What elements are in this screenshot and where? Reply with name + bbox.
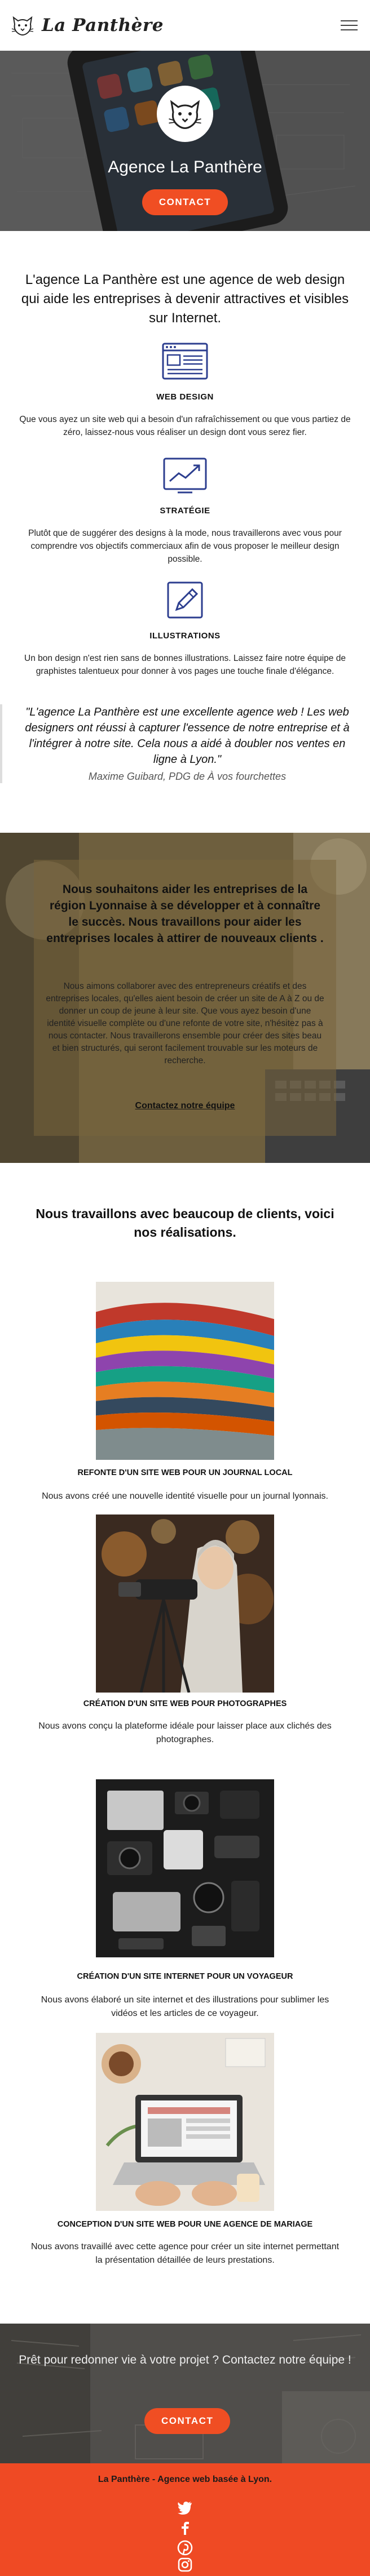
project-title: CRÉATION D'UN SITE WEB POUR PHOTOGRAPHES xyxy=(83,1699,287,1708)
service-description: Que vous ayez un site web qui a besoin d… xyxy=(19,415,351,437)
mission-title: Nous souhaitons aider les entreprises de… xyxy=(46,883,324,945)
cta-section: Prêt pour redonner vie à votre projet ? … xyxy=(0,2324,370,2463)
service-description: Un bon design n'est rien sans de bonnes … xyxy=(24,654,346,676)
quote-author: Maxime Guibard, PDG de À vos fourchettes xyxy=(88,771,287,782)
browser-window-icon xyxy=(162,343,208,380)
hero-title: Agence La Panthère xyxy=(108,158,262,176)
cta-text: Prêt pour redonner vie à votre projet ? … xyxy=(19,2353,351,2366)
project-description: Nous avons conçu la plateforme idéale po… xyxy=(38,1721,332,1744)
hero-content: Agence La Panthère CONTACT xyxy=(0,51,370,231)
mission-text: Nous aimons collaborer avec des entrepre… xyxy=(46,981,324,1065)
facebook-icon[interactable] xyxy=(177,2520,193,2535)
service-web-design: WEB DESIGN Que vous ayez un site web qui… xyxy=(0,341,370,439)
instagram-icon[interactable] xyxy=(177,2557,193,2573)
trend-chart-icon xyxy=(163,458,207,494)
testimonial-quote: "L'agence La Panthère est une excellente… xyxy=(0,704,370,784)
panther-head-icon xyxy=(11,16,34,35)
cta-contact-button[interactable]: CONTACT xyxy=(144,2408,231,2434)
service-strategie: STRATÉGIE Plutôt que de suggérer des des… xyxy=(0,455,370,566)
project-description: Nous avons créé une nouvelle identité vi… xyxy=(42,1491,328,1501)
logo[interactable]: La Panthère xyxy=(10,13,164,38)
intro-text: L'agence La Panthère est une agence de w… xyxy=(21,272,349,326)
project-image-magazines[interactable] xyxy=(96,1282,274,1460)
project-title: REFONTE D'UN SITE WEB POUR UN JOURNAL LO… xyxy=(77,1468,293,1477)
site-footer: La Panthère - Agence web basée à Lyon. xyxy=(0,2463,370,2576)
service-title: WEB DESIGN xyxy=(156,392,214,402)
project-image-photographer[interactable] xyxy=(96,1514,274,1693)
project-image-traveler[interactable] xyxy=(96,1779,274,1957)
pencil-icon xyxy=(167,581,203,619)
hero-logo-badge xyxy=(157,86,213,142)
project-title: CRÉATION D'UN SITE INTERNET POUR UN VOYA… xyxy=(77,1972,293,1981)
photographer-photo xyxy=(96,1514,274,1693)
panther-head-icon xyxy=(169,100,201,129)
laptop-desk-photo xyxy=(96,2033,274,2211)
portfolio-heading: Nous travaillons avec beaucoup de client… xyxy=(36,1206,334,1240)
twitter-icon[interactable] xyxy=(177,2499,193,2515)
project-description: Nous avons élaboré un site internet et d… xyxy=(41,1995,329,2018)
project-title: CONCEPTION D'UN SITE WEB POUR UNE AGENCE… xyxy=(57,2220,313,2229)
service-title: STRATÉGIE xyxy=(160,506,210,516)
service-title: ILLUSTRATIONS xyxy=(149,631,221,641)
travel-gear-photo xyxy=(96,1779,274,1957)
contact-team-link[interactable]: Contactez notre équipe xyxy=(0,1101,370,1111)
cta-background-image xyxy=(0,2324,370,2463)
quote-text: "L'agence La Panthère est une excellente… xyxy=(25,706,350,766)
hero-contact-button[interactable]: CONTACT xyxy=(142,189,228,215)
footer-text: La Panthère - Agence web basée à Lyon. xyxy=(98,2475,272,2484)
magazines-photo xyxy=(96,1282,274,1460)
hero-section: Agence La Panthère CONTACT xyxy=(0,51,370,231)
project-description: Nous avons travaillé avec cette agence p… xyxy=(30,2242,340,2265)
hamburger-menu-icon[interactable] xyxy=(341,20,358,32)
service-description: Plutôt que de suggérer des designs à la … xyxy=(28,528,342,564)
site-header: La Panthère xyxy=(0,0,370,51)
mission-section: Nous souhaitons aider les entreprises de… xyxy=(0,833,370,1163)
pinterest-icon[interactable] xyxy=(177,2540,193,2556)
service-illustrations: ILLUSTRATIONS Un bon design n'est rien s… xyxy=(0,580,370,678)
project-image-wedding-agency[interactable] xyxy=(96,2033,274,2211)
page: La Panthère Agence La Panthère CONTACT L… xyxy=(0,0,370,2576)
logo-text: La Panthère xyxy=(42,15,164,35)
